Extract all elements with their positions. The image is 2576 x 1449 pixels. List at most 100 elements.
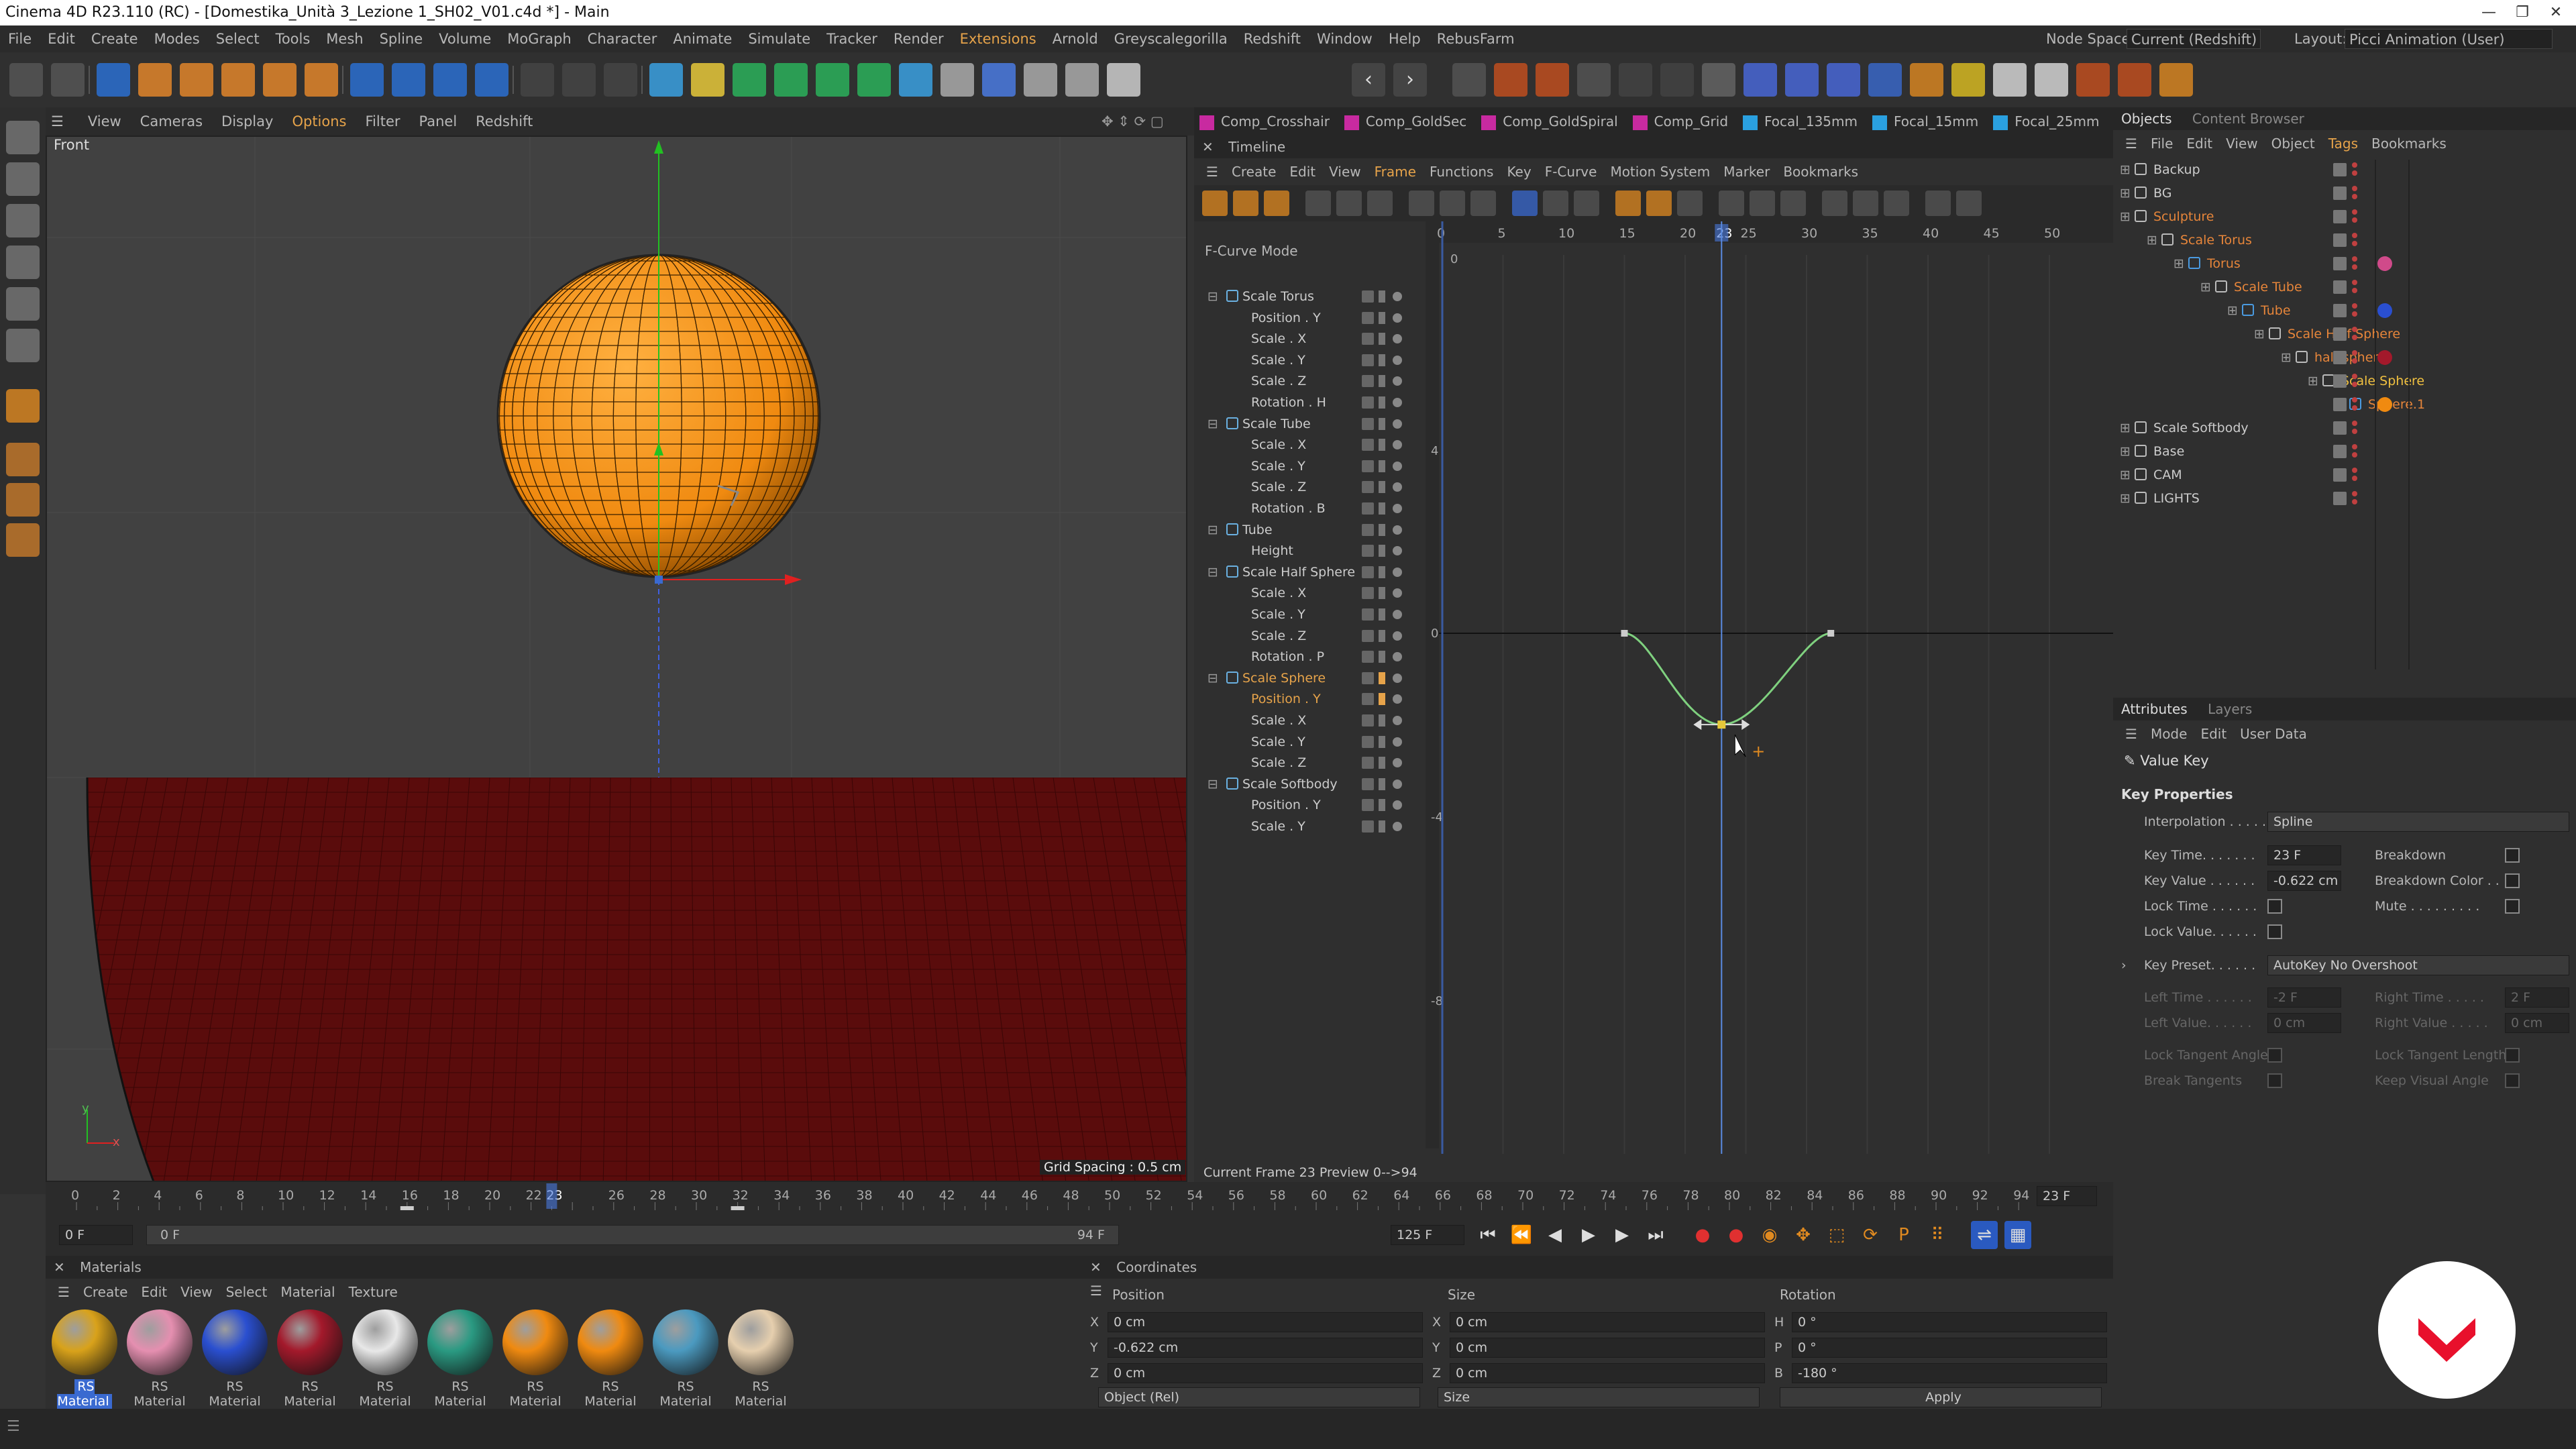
visibility-dot-icon[interactable]	[2352, 194, 2357, 199]
x-axis-icon[interactable]	[350, 63, 384, 97]
coordinate-mode-select[interactable]: Object (Rel)	[1098, 1387, 1420, 1407]
track-solo-icon[interactable]	[1393, 334, 1402, 344]
edit-icon[interactable]	[2333, 468, 2347, 482]
menu-redshift[interactable]: Redshift	[1236, 25, 1309, 52]
chevron-right-icon[interactable]: ›	[2121, 955, 2127, 975]
track-solo-icon[interactable]	[1393, 419, 1402, 429]
solo-icon[interactable]	[6, 523, 40, 557]
track-row[interactable]: Scale . X	[1194, 710, 1426, 731]
apply-button[interactable]: Apply	[1780, 1387, 2102, 1407]
edit-icon[interactable]	[2333, 280, 2347, 294]
track-lock-icon[interactable]	[1379, 481, 1385, 494]
object-row[interactable]: ⊞ Scale Tube	[2113, 277, 2576, 297]
track-solo-icon[interactable]	[1393, 525, 1402, 535]
visibility-dot-icon[interactable]	[2352, 397, 2357, 402]
object-row[interactable]: ⊞ half sphere	[2113, 347, 2576, 368]
collapse-icon[interactable]: ⊟	[1208, 668, 1218, 688]
track-lock-icon[interactable]	[1379, 460, 1385, 472]
pos-y-field[interactable]: -0.622 cm	[1108, 1338, 1423, 1358]
mograph-icon[interactable]	[1743, 63, 1777, 97]
edit-icon[interactable]	[1362, 777, 1374, 790]
menu-help[interactable]: Help	[1381, 25, 1429, 52]
lock-tangent-lengths-checkbox[interactable]	[2505, 1048, 2520, 1063]
menu-greyscalegorilla[interactable]: Greyscalegorilla	[1106, 25, 1236, 52]
edit-icon[interactable]	[1362, 311, 1374, 324]
grid2-icon[interactable]	[1660, 63, 1694, 97]
edit-icon[interactable]	[2333, 233, 2347, 247]
track-row[interactable]: Height	[1194, 541, 1426, 561]
object-name[interactable]: Tube	[2261, 301, 2291, 321]
node-space-select[interactable]: Current (Redshift)	[2127, 29, 2261, 49]
viewport-menu-redshift[interactable]: Redshift	[466, 107, 542, 136]
start-frame-field[interactable]: 0 F	[59, 1225, 133, 1245]
prev-frame-icon[interactable]: ◀	[1542, 1221, 1568, 1249]
interpolation-select[interactable]: Spline	[2267, 812, 2569, 832]
object-name[interactable]: CAM	[2153, 465, 2182, 485]
scale-icon[interactable]	[180, 63, 213, 97]
edit-icon[interactable]	[1362, 354, 1374, 366]
timeline-menu-frame[interactable]: Frame	[1368, 164, 1423, 180]
timeline-menu-motion-system[interactable]: Motion System	[1603, 164, 1717, 180]
material-swatch[interactable]: RS Material	[425, 1309, 495, 1409]
sky-icon[interactable]	[1024, 63, 1057, 97]
material-swatch[interactable]: RS Material	[350, 1309, 420, 1409]
edit-icon[interactable]	[1362, 799, 1374, 812]
track-lock-icon[interactable]	[1379, 502, 1385, 515]
track-solo-icon[interactable]	[1393, 610, 1402, 619]
visibility-dot-icon[interactable]	[2352, 382, 2357, 387]
object-row[interactable]: ⊞ Scale Sphere	[2113, 371, 2576, 391]
motion-icon[interactable]: ⇌	[1971, 1221, 1998, 1249]
right-value-field[interactable]: 0 cm	[2505, 1013, 2569, 1033]
track-lock-icon[interactable]	[1379, 439, 1385, 451]
menu-rebusfarm[interactable]: RebusFarm	[1429, 25, 1523, 52]
track-solo-icon[interactable]	[1393, 440, 1402, 450]
track-row[interactable]: Scale . Y	[1194, 732, 1426, 752]
key-preset-select[interactable]: AutoKey No Overshoot	[2267, 955, 2569, 975]
track-row[interactable]: Scale . Y	[1194, 604, 1426, 625]
track-solo-icon[interactable]	[1393, 546, 1402, 556]
object-name[interactable]: LIGHTS	[2153, 488, 2200, 508]
timeline-tool-10-icon[interactable]	[1543, 191, 1568, 216]
viewport-menu-panel[interactable]: Panel	[410, 107, 467, 136]
timeline-menu-f-curve[interactable]: F-Curve	[1538, 164, 1604, 180]
timebar-playhead[interactable]	[546, 1183, 557, 1209]
edit-icon[interactable]	[2333, 374, 2347, 388]
track-solo-icon[interactable]	[1393, 716, 1402, 725]
visibility-dot-icon[interactable]	[2352, 311, 2357, 317]
collapse-icon[interactable]: ⊞	[2120, 441, 2131, 462]
z-axis-icon[interactable]	[433, 63, 467, 97]
y-axis-icon[interactable]	[392, 63, 425, 97]
menu-modes[interactable]: Modes	[146, 25, 208, 52]
hamburger-icon[interactable]: ☰	[2118, 726, 2144, 742]
track-solo-icon[interactable]	[1393, 313, 1402, 323]
visibility-dot-icon[interactable]	[2352, 491, 2357, 496]
rot-b-field[interactable]: -180 °	[1792, 1363, 2107, 1383]
joint-icon[interactable]	[1577, 63, 1611, 97]
world-icon[interactable]	[475, 63, 508, 97]
track-solo-icon[interactable]	[1393, 631, 1402, 641]
camera-icon[interactable]	[941, 63, 974, 97]
track-row[interactable]: Scale . Z	[1194, 477, 1426, 497]
edit-icon[interactable]	[2333, 186, 2347, 200]
hamburger-icon[interactable]: ☰	[1199, 164, 1225, 180]
menu-file[interactable]: File	[0, 25, 40, 52]
track-solo-icon[interactable]	[1393, 758, 1402, 768]
key-marker[interactable]	[731, 1206, 745, 1210]
track-row[interactable]: Position . Y	[1194, 795, 1426, 815]
edit-icon[interactable]	[1362, 481, 1374, 494]
edit-icon[interactable]	[2333, 210, 2347, 223]
visibility-dot-icon[interactable]	[2352, 170, 2357, 176]
object-menu-object[interactable]: Object	[2265, 136, 2322, 152]
keyframe-icon[interactable]: ◉	[1756, 1221, 1783, 1249]
lock-tangent-angles-checkbox[interactable]	[2267, 1048, 2282, 1063]
autokey-icon[interactable]: ●	[1723, 1221, 1750, 1249]
edit-icon[interactable]	[1362, 820, 1374, 833]
object-name[interactable]: Scale Tube	[2234, 277, 2302, 297]
menu-character[interactable]: Character	[580, 25, 665, 52]
lock-value-checkbox[interactable]	[2267, 924, 2282, 939]
tab-focal-135mm[interactable]: Focal_135mm	[1737, 107, 1867, 136]
timeline-tool-16-icon[interactable]	[1750, 191, 1775, 216]
collapse-icon[interactable]: ⊟	[1208, 286, 1218, 307]
object-row[interactable]: ⊞ Scale Softbody	[2113, 418, 2576, 438]
visibility-dot-icon[interactable]	[2352, 209, 2357, 215]
